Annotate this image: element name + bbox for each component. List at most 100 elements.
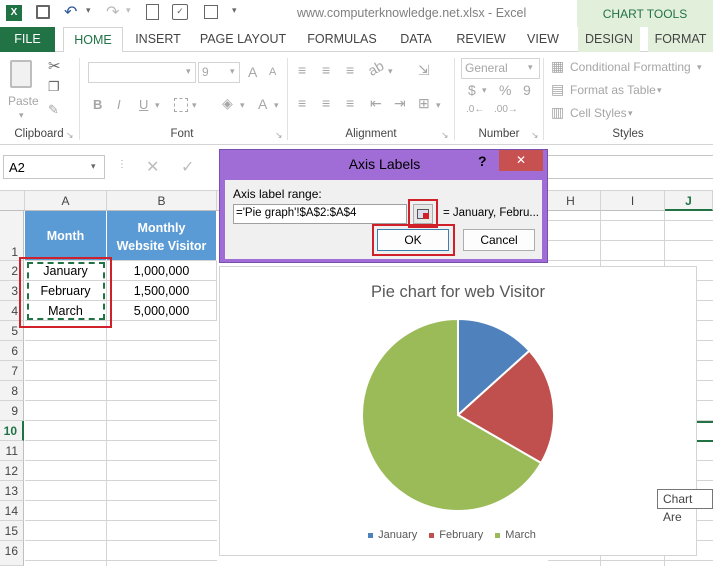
copy-icon[interactable]: ❐ — [48, 79, 60, 95]
cell-styles-icon[interactable]: ▥ — [551, 104, 564, 121]
tab-review[interactable]: REVIEW — [452, 27, 510, 52]
format-painter-icon[interactable]: ✎ — [48, 102, 59, 118]
conditional-formatting-button[interactable]: Conditional Formatting — [570, 60, 691, 74]
currency-button[interactable]: $ — [468, 82, 476, 98]
shrink-font-button[interactable]: A — [269, 66, 276, 78]
row-header-8[interactable]: 8 — [0, 381, 24, 401]
cell-styles-dropdown-icon[interactable]: ▾ — [628, 108, 633, 119]
row-header-15[interactable]: 15 — [0, 521, 24, 541]
increase-indent-icon[interactable]: ⇥ — [394, 95, 406, 112]
number-format-dropdown-icon[interactable]: ▾ — [528, 62, 533, 73]
format-table-icon[interactable]: ▤ — [551, 81, 564, 98]
clipboard-launcher-icon[interactable]: ↘ — [66, 130, 74, 141]
italic-button[interactable]: I — [117, 97, 121, 112]
cancel-entry-icon[interactable]: ✕ — [146, 157, 159, 177]
select-all-corner[interactable] — [0, 191, 25, 211]
redo-dropdown-icon[interactable]: ▾ — [126, 5, 131, 16]
row-header-7[interactable]: 7 — [0, 361, 24, 381]
cancel-button[interactable]: Cancel — [463, 229, 535, 251]
cell-b2[interactable]: 1,000,000 — [107, 261, 217, 281]
middle-align-icon[interactable]: ≡ — [322, 62, 330, 78]
row-header-11[interactable]: 11 — [0, 441, 24, 461]
percent-button[interactable]: % — [499, 82, 511, 98]
row-header-10[interactable]: 10 — [0, 421, 24, 441]
tab-insert[interactable]: INSERT — [130, 27, 186, 52]
number-launcher-icon[interactable]: ↘ — [531, 130, 539, 141]
row-header-16[interactable]: 16 — [0, 541, 24, 566]
row-header-1[interactable]: 1 — [0, 211, 24, 261]
column-header-b[interactable]: B — [107, 191, 217, 211]
fill-color-icon[interactable]: ◈ — [222, 95, 233, 112]
tab-home[interactable]: HOME — [63, 27, 123, 53]
format-table-dropdown-icon[interactable]: ▾ — [657, 85, 662, 96]
decrease-indent-icon[interactable]: ⇤ — [370, 95, 382, 112]
cell-b3[interactable]: 1,500,000 — [107, 281, 217, 301]
tab-data[interactable]: DATA — [392, 27, 440, 52]
dialog-close-button[interactable]: ✕ — [499, 150, 543, 171]
cell-b4[interactable]: 5,000,000 — [107, 301, 217, 321]
row-header-9[interactable]: 9 — [0, 401, 24, 421]
conditional-formatting-icon[interactable]: ▦ — [551, 58, 564, 75]
font-launcher-icon[interactable]: ↘ — [275, 130, 283, 141]
merge-dropdown-icon[interactable]: ▾ — [436, 100, 441, 111]
column-header-h[interactable]: H — [541, 191, 601, 211]
paste-icon[interactable] — [10, 60, 32, 88]
underline-button[interactable]: U — [139, 97, 148, 112]
comma-button[interactable]: 9 — [523, 82, 531, 98]
orientation-dropdown-icon[interactable]: ▾ — [388, 66, 393, 77]
cell-styles-button[interactable]: Cell Styles — [570, 106, 627, 120]
increase-decimal-icon[interactable]: .0← — [466, 104, 484, 115]
bottom-align-icon[interactable]: ≡ — [346, 62, 354, 78]
underline-dropdown-icon[interactable]: ▾ — [155, 100, 160, 111]
tab-page-layout[interactable]: PAGE LAYOUT — [196, 27, 290, 52]
customize-qat-icon[interactable]: ▾ — [232, 5, 237, 16]
save-icon[interactable] — [36, 5, 50, 19]
confirm-entry-icon[interactable]: ✓ — [181, 157, 194, 177]
font-name-input[interactable] — [88, 62, 196, 83]
row-header-14[interactable]: 14 — [0, 501, 24, 521]
font-color-icon[interactable]: A — [258, 96, 267, 112]
align-left-icon[interactable]: ≡ — [298, 95, 306, 111]
legend-item-february[interactable]: February — [429, 529, 483, 541]
conditional-formatting-dropdown-icon[interactable]: ▾ — [697, 62, 702, 73]
font-color-dropdown-icon[interactable]: ▾ — [274, 100, 279, 111]
legend-item-january[interactable]: January — [368, 529, 417, 541]
tab-format[interactable]: FORMAT — [648, 27, 713, 52]
tab-formulas[interactable]: FORMULAS — [302, 27, 382, 52]
undo-dropdown-icon[interactable]: ▾ — [86, 5, 91, 16]
align-center-icon[interactable]: ≡ — [322, 95, 330, 111]
undo-icon[interactable]: ↶ — [64, 2, 77, 22]
cell-b1[interactable]: Monthly Website Visitor — [107, 211, 217, 261]
row-header-13[interactable]: 13 — [0, 481, 24, 501]
borders-dropdown-icon[interactable]: ▾ — [192, 100, 197, 111]
currency-dropdown-icon[interactable]: ▾ — [482, 85, 487, 96]
column-header-i[interactable]: I — [601, 191, 665, 211]
pie-chart[interactable]: Pie chart for web Visitor January Februar… — [219, 266, 697, 556]
bold-button[interactable]: B — [93, 97, 102, 112]
chart-legend[interactable]: January February March — [220, 529, 696, 541]
column-header-a[interactable]: A — [25, 191, 107, 211]
decrease-decimal-icon[interactable]: .00→ — [494, 104, 518, 115]
redo-icon[interactable]: ↷ — [106, 2, 119, 22]
name-box-dropdown-icon[interactable]: ▾ — [91, 161, 96, 172]
legend-item-march[interactable]: March — [495, 529, 536, 541]
spelling-icon[interactable]: ✓ — [172, 4, 188, 20]
row-header-12[interactable]: 12 — [0, 461, 24, 481]
tab-design[interactable]: DESIGN — [578, 27, 640, 52]
wrap-text-icon[interactable]: ⇲ — [418, 62, 430, 79]
font-name-dropdown-icon[interactable]: ▾ — [186, 66, 191, 77]
orientation-icon[interactable]: ab — [365, 57, 386, 79]
print-preview-icon[interactable] — [146, 4, 159, 20]
font-size-dropdown-icon[interactable]: ▾ — [230, 66, 235, 77]
dialog-help-button[interactable]: ? — [478, 153, 487, 169]
row-header-6[interactable]: 6 — [0, 341, 24, 361]
paste-dropdown-icon[interactable]: ▾ — [19, 110, 24, 121]
fill-color-dropdown-icon[interactable]: ▾ — [240, 100, 245, 111]
borders-icon[interactable] — [174, 98, 188, 112]
tab-view[interactable]: VIEW — [520, 27, 566, 52]
cut-icon[interactable]: ✂ — [48, 57, 61, 75]
chart-icon[interactable] — [204, 5, 218, 19]
column-header-j[interactable]: J — [665, 191, 713, 211]
cell-a1[interactable]: Month — [25, 211, 107, 261]
paste-label[interactable]: Paste — [8, 94, 39, 108]
